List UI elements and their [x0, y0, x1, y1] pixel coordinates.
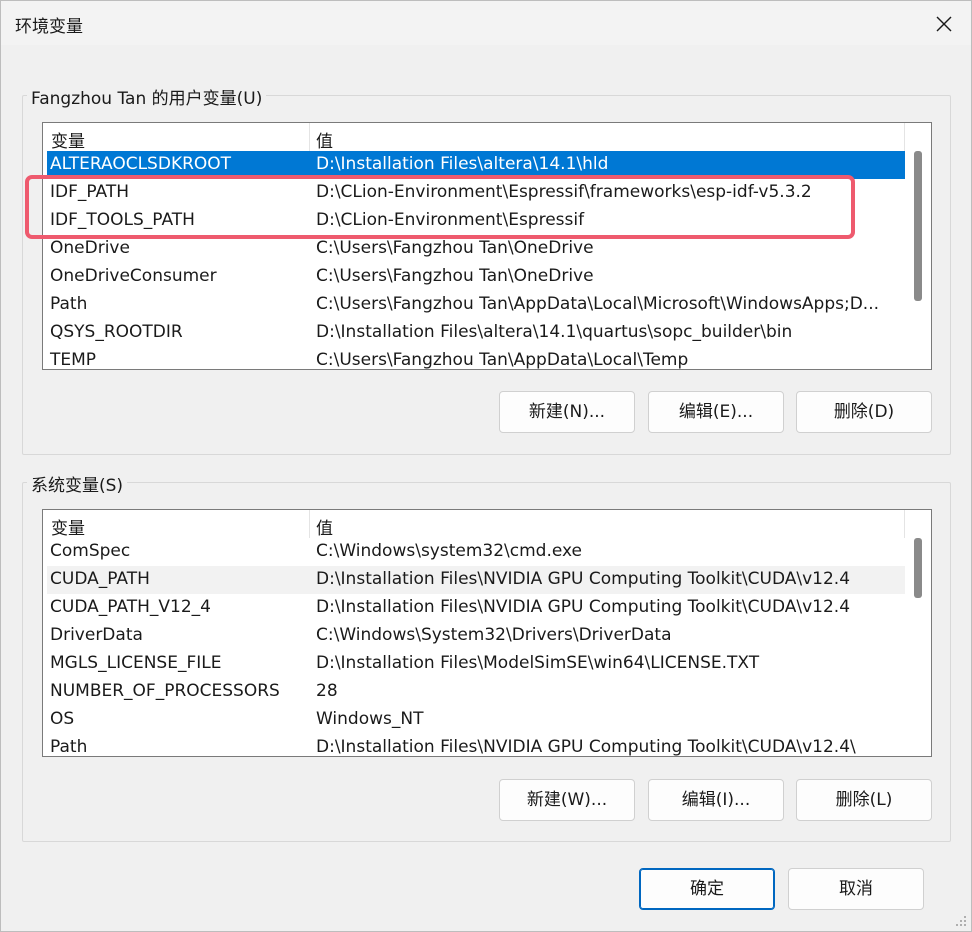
list-header: 变量 值 [43, 510, 931, 539]
column-separator [904, 510, 905, 538]
variable-value: 28 [316, 681, 338, 701]
column-header-value[interactable]: 值 [316, 127, 333, 152]
variable-value: D:\Installation Files\altera\14.1\quartu… [316, 322, 793, 342]
column-header-variable[interactable]: 变量 [51, 514, 85, 539]
variable-name: CUDA_PATH [50, 569, 150, 589]
resize-grip-icon[interactable] [953, 913, 967, 927]
variable-name: MGLS_LICENSE_FILE [50, 653, 222, 673]
user-delete-button[interactable]: 删除(D) [796, 391, 932, 433]
scrollbar-thumb[interactable] [914, 538, 922, 598]
system-delete-button[interactable]: 删除(L) [796, 779, 932, 821]
annotation-highlight-box [25, 175, 855, 239]
table-row[interactable]: QSYS_ROOTDIR D:\Installation Files\altera… [43, 319, 905, 347]
table-row[interactable]: OneDriveConsumer C:\Users\Fangzhou Tan\On… [43, 263, 905, 291]
scrollbar-thumb[interactable] [914, 151, 922, 301]
table-row[interactable]: Path C:\Users\Fangzhou Tan\AppData\Local\… [43, 291, 905, 319]
variable-value: D:\Installation Files\NVIDIA GPU Computi… [316, 569, 851, 589]
variable-value: D:\Installation Files\altera\14.1\hld [316, 154, 609, 174]
cancel-button[interactable]: 取消 [788, 868, 924, 910]
close-button[interactable] [929, 9, 959, 39]
system-variables-label: 系统变量(S) [27, 471, 128, 496]
list-header: 变量 值 [43, 123, 931, 152]
variable-name: OS [50, 709, 75, 729]
variable-name: OneDrive [50, 238, 130, 258]
table-row[interactable]: CUDA_PATH D:\Installation Files\NVIDIA GP… [47, 566, 905, 594]
variable-name: NUMBER_OF_PROCESSORS [50, 681, 280, 701]
close-icon [936, 16, 952, 32]
variable-value: C:\Windows\System32\Drivers\DriverData [316, 625, 672, 645]
variable-value: C:\Users\Fangzhou Tan\OneDrive [316, 238, 594, 258]
table-row[interactable]: OneDrive C:\Users\Fangzhou Tan\OneDrive [43, 235, 905, 263]
environment-variables-dialog: 环境变量 Fangzhou Tan 的用户变量(U) 变量 值 ALTERAOC… [0, 0, 972, 932]
table-row[interactable]: ComSpec C:\Windows\system32\cmd.exe [43, 538, 905, 566]
variable-value: C:\Users\Fangzhou Tan\OneDrive [316, 266, 594, 286]
ok-button[interactable]: 确定 [639, 868, 775, 910]
variable-name: ComSpec [50, 541, 131, 561]
table-row[interactable]: OS Windows_NT [43, 706, 905, 734]
dialog-title: 环境变量 [15, 17, 83, 37]
column-separator [904, 123, 905, 151]
column-separator[interactable] [309, 510, 310, 538]
table-row[interactable]: TEMP C:\Users\Fangzhou Tan\AppData\Local\… [43, 347, 905, 369]
variable-value: Windows_NT [316, 709, 424, 729]
system-list-scrollbar[interactable] [905, 538, 931, 756]
column-header-value[interactable]: 值 [316, 514, 333, 539]
variable-name: OneDriveConsumer [50, 266, 217, 286]
variable-name: Path [50, 737, 88, 756]
variable-value: D:\Installation Files\ModelSimSE\win64\L… [316, 653, 760, 673]
table-row[interactable]: Path D:\Installation Files\NVIDIA GPU Com… [43, 734, 905, 756]
table-row[interactable]: MGLS_LICENSE_FILE D:\Installation Files\M… [43, 650, 905, 678]
system-new-button[interactable]: 新建(W)... [499, 779, 635, 821]
variable-name: Path [50, 294, 88, 314]
variable-value: C:\Windows\system32\cmd.exe [316, 541, 583, 561]
column-separator[interactable] [309, 123, 310, 151]
system-variables-rows: ComSpec C:\Windows\system32\cmd.exe CUDA_P… [43, 538, 905, 756]
variable-name: CUDA_PATH_V12_4 [50, 597, 211, 617]
title-bar: 环境变量 [1, 1, 971, 45]
variable-value: C:\Users\Fangzhou Tan\AppData\Local\Temp [316, 350, 689, 369]
user-edit-button[interactable]: 编辑(E)... [648, 391, 784, 433]
user-variables-list[interactable]: 变量 值 ALTERAOCLSDKROOT D:\Installation Fil… [42, 122, 932, 370]
system-edit-button[interactable]: 编辑(I)... [648, 779, 784, 821]
user-variables-label: Fangzhou Tan 的用户变量(U) [27, 84, 267, 109]
table-row[interactable]: DriverData C:\Windows\System32\Drivers\Dr… [43, 622, 905, 650]
variable-name: DriverData [50, 625, 143, 645]
user-list-scrollbar[interactable] [905, 151, 931, 369]
variable-name: TEMP [50, 350, 97, 369]
column-header-variable[interactable]: 变量 [51, 127, 85, 152]
variable-name: ALTERAOCLSDKROOT [50, 154, 232, 174]
system-variables-list[interactable]: 变量 值 ComSpec C:\Windows\system32\cmd.exe C… [42, 509, 932, 757]
variable-name: QSYS_ROOTDIR [50, 322, 183, 342]
variable-value: C:\Users\Fangzhou Tan\AppData\Local\Micr… [316, 294, 880, 314]
table-row[interactable]: NUMBER_OF_PROCESSORS 28 [43, 678, 905, 706]
user-new-button[interactable]: 新建(N)... [499, 391, 635, 433]
variable-value: D:\Installation Files\NVIDIA GPU Computi… [316, 737, 856, 756]
table-row[interactable]: CUDA_PATH_V12_4 D:\Installation Files\NVI… [43, 594, 905, 622]
variable-value: D:\Installation Files\NVIDIA GPU Computi… [316, 597, 851, 617]
